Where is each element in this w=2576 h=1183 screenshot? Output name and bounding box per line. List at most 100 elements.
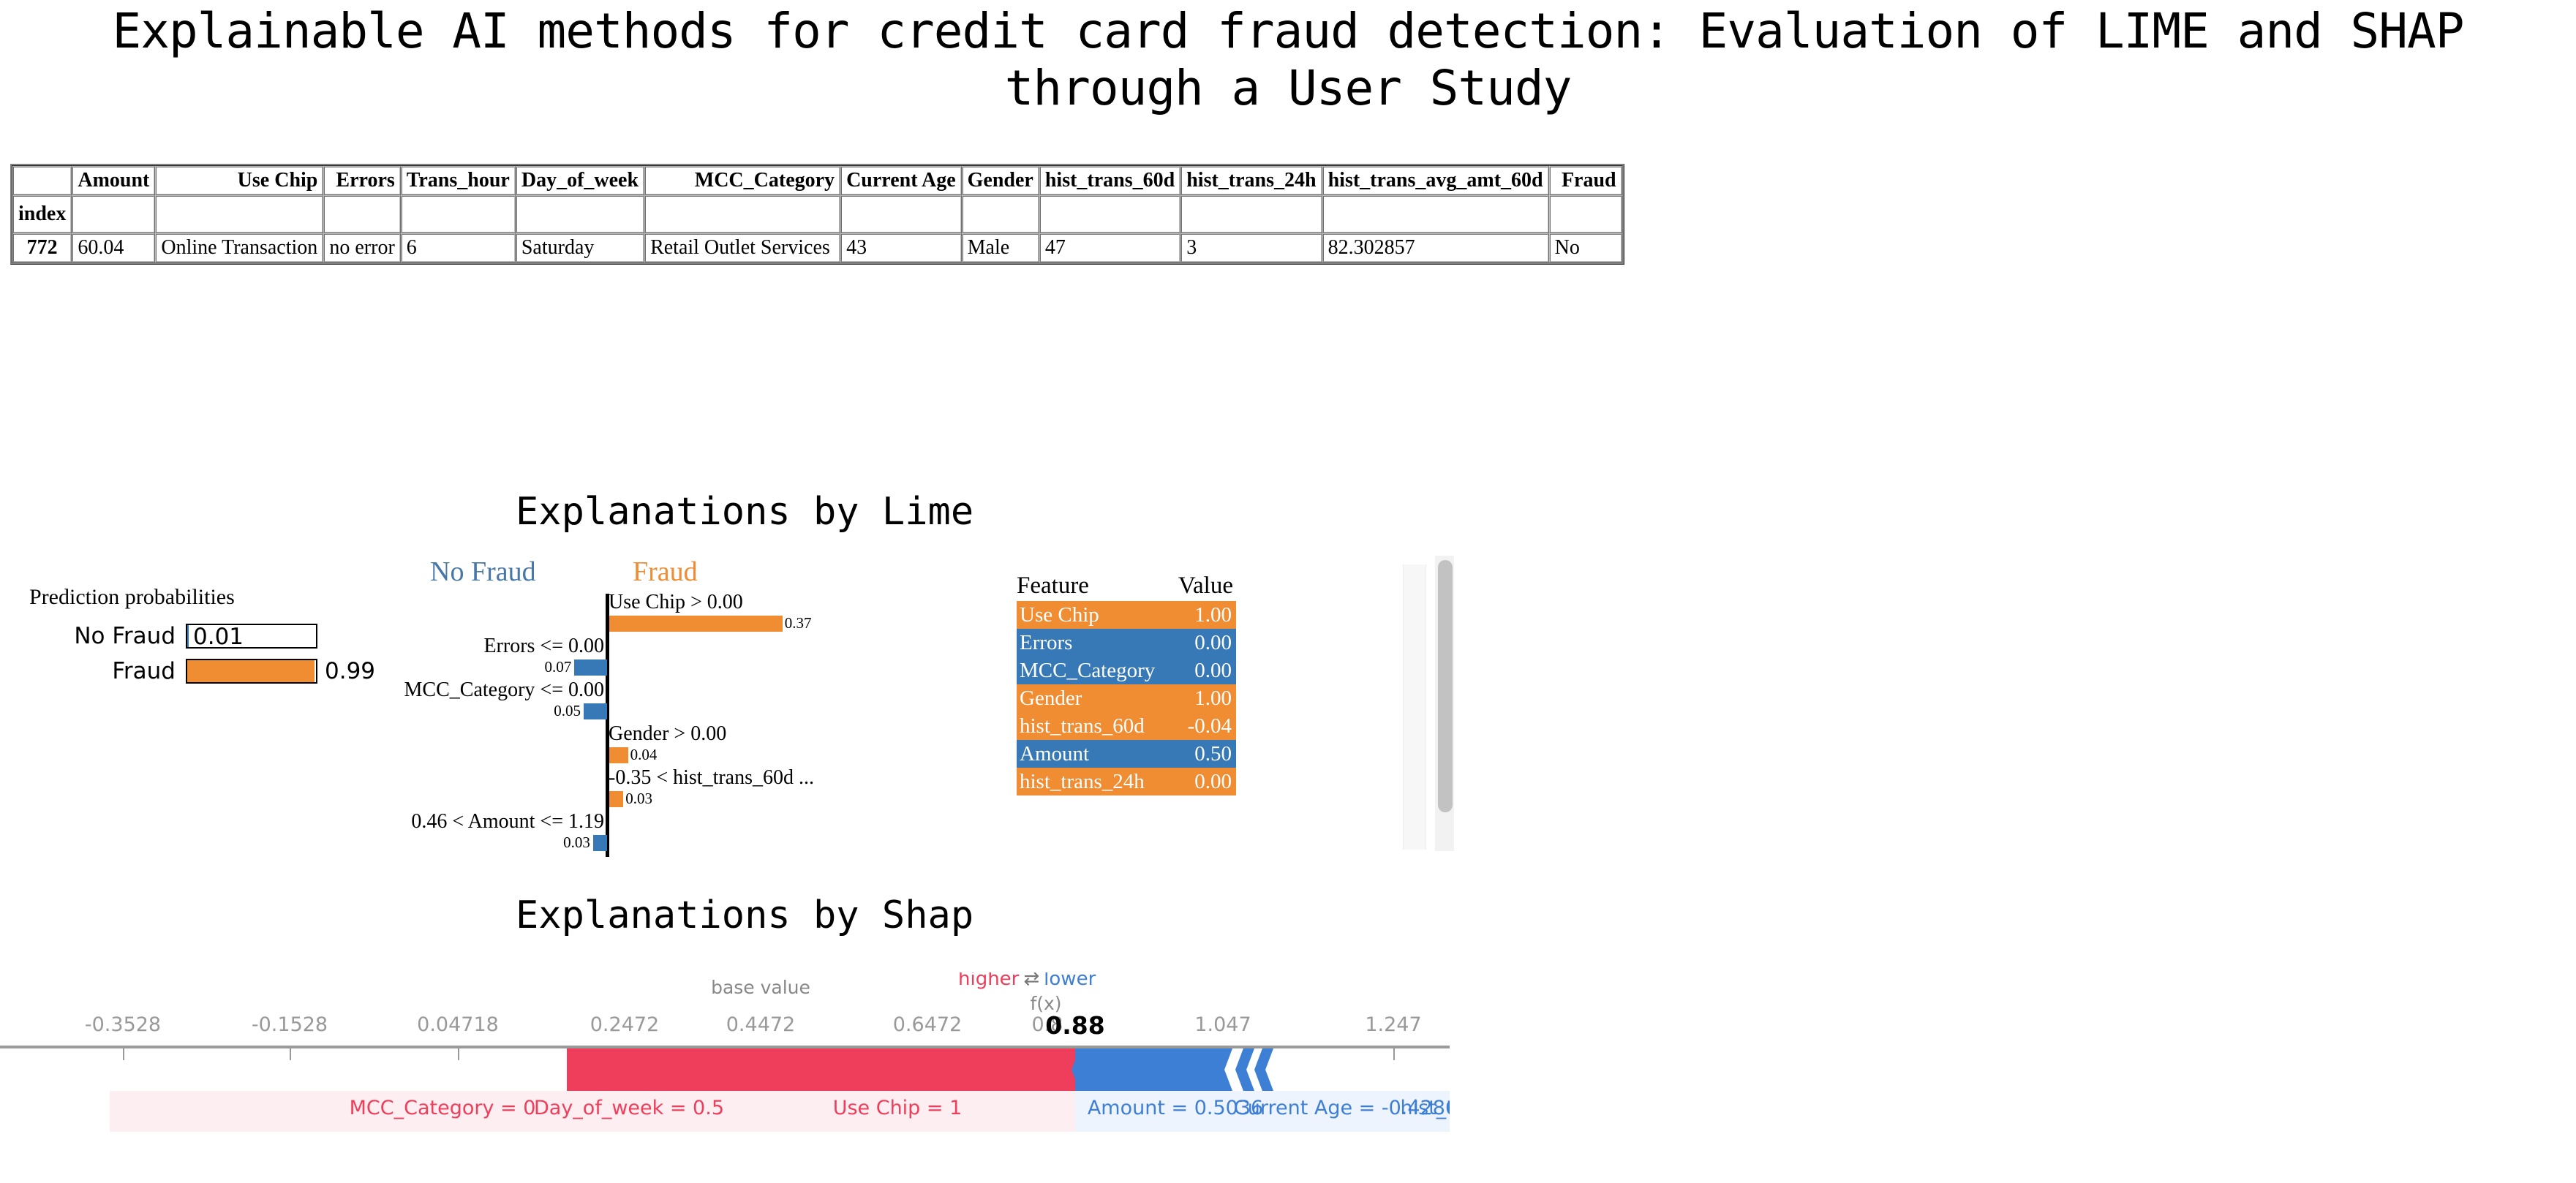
lime-feature-value-row: Gender 1.00 [1017, 684, 1236, 712]
cell-fraud: No [1548, 233, 1622, 262]
lime-contribution-bar [609, 791, 624, 807]
row-index: 772 [12, 233, 72, 262]
lime-contribution-label: -0.35 < hist_trans_60d ... [609, 766, 814, 789]
shap-feature-label: Day_of_week = 0.5 [533, 1097, 725, 1119]
page-scrollbar-thumb[interactable] [1438, 560, 1453, 812]
lime-feature-name: hist_trans_60d [1020, 714, 1145, 738]
shap-feature-label: Use Chip = 1 [832, 1097, 963, 1119]
th-gender: Gender [961, 166, 1039, 195]
prediction-probabilities-block: Prediction probabilities No Fraud 0.01 Fra… [29, 585, 410, 690]
lime-contribution-value: 0.03 [625, 790, 652, 807]
th-blank [12, 166, 72, 195]
blank-cell [840, 195, 962, 233]
cell-use-chip: Online Transaction [155, 233, 324, 262]
lime-feature-name: Use Chip [1020, 602, 1099, 627]
blank-cell [155, 195, 324, 233]
th-hist-trans-avg-amt-60d: hist_trans_avg_amt_60d [1322, 166, 1549, 195]
lime-feature-value: 1.00 [1194, 602, 1232, 627]
lime-feature-value-row: Use Chip 1.00 [1017, 601, 1236, 629]
th-current-age: Current Age [840, 166, 962, 195]
lime-contribution-label: Gender > 0.00 [609, 722, 727, 745]
lime-feature-name: Gender [1020, 686, 1082, 710]
lime-feature-name: hist_trans_24h [1020, 769, 1145, 793]
transaction-table-wrapper: Amount Use Chip Errors Trans_hour Day_of… [10, 164, 1624, 265]
prediction-probability-bar: 0.01 [186, 624, 317, 650]
lime-contribution-item: Gender > 0.00 0.04 [410, 722, 863, 771]
lime-contribution-bar [574, 659, 607, 676]
shap-feature-labels: MCC_Category = 0 Day_of_week = 0.5 Use Chi… [0, 1091, 1450, 1132]
lime-feature-name: Errors [1020, 630, 1073, 654]
table-header-row: Amount Use Chip Errors Trans_hour Day_of… [12, 166, 1622, 195]
transaction-table: Amount Use Chip Errors Trans_hour Day_of… [10, 164, 1624, 265]
blank-cell [644, 195, 841, 233]
lime-class-labels: No Fraud Fraud [410, 556, 863, 591]
lime-feature-value: -0.04 [1187, 714, 1232, 738]
shap-higher-label: higher [958, 972, 1020, 990]
lime-contribution-value: 0.03 [563, 834, 590, 851]
blank-cell [961, 195, 1039, 233]
prediction-probability-label: No Fraud [74, 623, 176, 649]
prediction-probability-bar-fill [187, 625, 189, 647]
lime-feature-value-header: Feature Value [1017, 570, 1236, 601]
lime-feature-value-row: MCC_Category 0.00 [1017, 657, 1236, 684]
prediction-probabilities-title: Prediction probabilities [29, 585, 235, 609]
lime-contribution-value: 0.05 [554, 702, 581, 719]
blank-cell [1039, 195, 1181, 233]
prediction-probability-row: No Fraud 0.01 [29, 620, 410, 652]
blank-cell [1548, 195, 1622, 233]
prediction-probability-row: Fraud 0.99 [29, 655, 410, 687]
th-hist-trans-24h: hist_trans_24h [1180, 166, 1322, 195]
lime-contribution-item: -0.35 < hist_trans_60d ... 0.03 [410, 766, 863, 815]
th-fraud: Fraud [1548, 166, 1622, 195]
blank-cell [400, 195, 516, 233]
lime-class-label-no-fraud: No Fraud [430, 556, 536, 587]
th-mcc-category: MCC_Category [644, 166, 841, 195]
shap-force-arrow-icon [1235, 1048, 1254, 1091]
blank-cell [515, 195, 645, 233]
shap-axis-tick-label: 1.047 [1194, 1013, 1251, 1036]
blank-cell [1180, 195, 1322, 233]
lime-contribution-item: Use Chip > 0.00 0.37 [410, 591, 863, 639]
blank-cell [72, 195, 156, 233]
index-name-cell: index [12, 195, 72, 233]
lime-contribution-bar [592, 835, 607, 851]
th-amount: Amount [72, 166, 156, 195]
shap-force-arrow-icon [1254, 1048, 1273, 1091]
lime-explanation-panel: Prediction probabilities No Fraud 0.01 Fra… [0, 556, 1463, 863]
shap-axis-tick-label: 0.4472 [726, 1013, 796, 1036]
shap-base-value-label: base value [711, 977, 810, 998]
table-row: 772 60.04 Online Transaction no error 6 … [12, 233, 1622, 262]
fv-header-feature: Feature [1017, 572, 1089, 599]
shap-fx-value: 0.88 [1045, 1011, 1105, 1040]
cell-trans-hour: 6 [400, 233, 516, 262]
prediction-probabilities-rows: No Fraud 0.01 Fraud 0.99 [29, 620, 410, 687]
shap-axis-tick-labels: -0.3528 -0.1528 0.04718 0.2472 0.4472 0.6472 0… [0, 1011, 1450, 1043]
cell-hist-trans-24h: 3 [1180, 233, 1322, 262]
lime-contribution-bar [584, 703, 607, 719]
th-trans-hour: Trans_hour [400, 166, 516, 195]
lime-feature-value-row: Errors 0.00 [1017, 629, 1236, 657]
lime-inner-scrollbar-track[interactable] [1403, 564, 1426, 850]
lime-contribution-label: MCC_Category <= 0.00 [404, 679, 604, 701]
prediction-probability-value: 0.99 [325, 658, 376, 684]
lime-contribution-bar [609, 616, 783, 632]
page-title: Explainable AI methods for credit card f… [112, 3, 2493, 116]
lime-contribution-label: 0.46 < Amount <= 1.19 [411, 810, 604, 833]
cell-day-of-week: Saturday [515, 233, 645, 262]
lime-feature-value-table: Feature Value Use Chip 1.00 Errors 0.00 MCC_… [1017, 570, 1236, 795]
lime-contribution-item: Errors <= 0.00 0.07 [410, 635, 863, 683]
lime-contribution-label: Use Chip > 0.00 [609, 591, 743, 613]
lime-feature-name: MCC_Category [1020, 658, 1156, 682]
lime-feature-name: Amount [1020, 741, 1090, 766]
shap-axis-tick-label: 0.2472 [590, 1013, 660, 1036]
cell-hist-trans-60d: 47 [1039, 233, 1181, 262]
shap-axis-tick-label: -0.3528 [84, 1013, 162, 1036]
blank-cell [1322, 195, 1549, 233]
lime-feature-value: 0.50 [1194, 741, 1232, 766]
lime-contribution-item: 0.46 < Amount <= 1.19 0.03 [410, 810, 863, 858]
lime-plot-body: Use Chip > 0.00 0.37 Errors <= 0.00 0.07 MCC… [404, 591, 863, 858]
lime-feature-value: 0.00 [1194, 630, 1232, 654]
lime-feature-value-row: hist_trans_24h 0.00 [1017, 768, 1236, 795]
shap-axis-tick-label: -0.1528 [251, 1013, 328, 1036]
lime-contribution-value: 0.04 [630, 746, 658, 763]
